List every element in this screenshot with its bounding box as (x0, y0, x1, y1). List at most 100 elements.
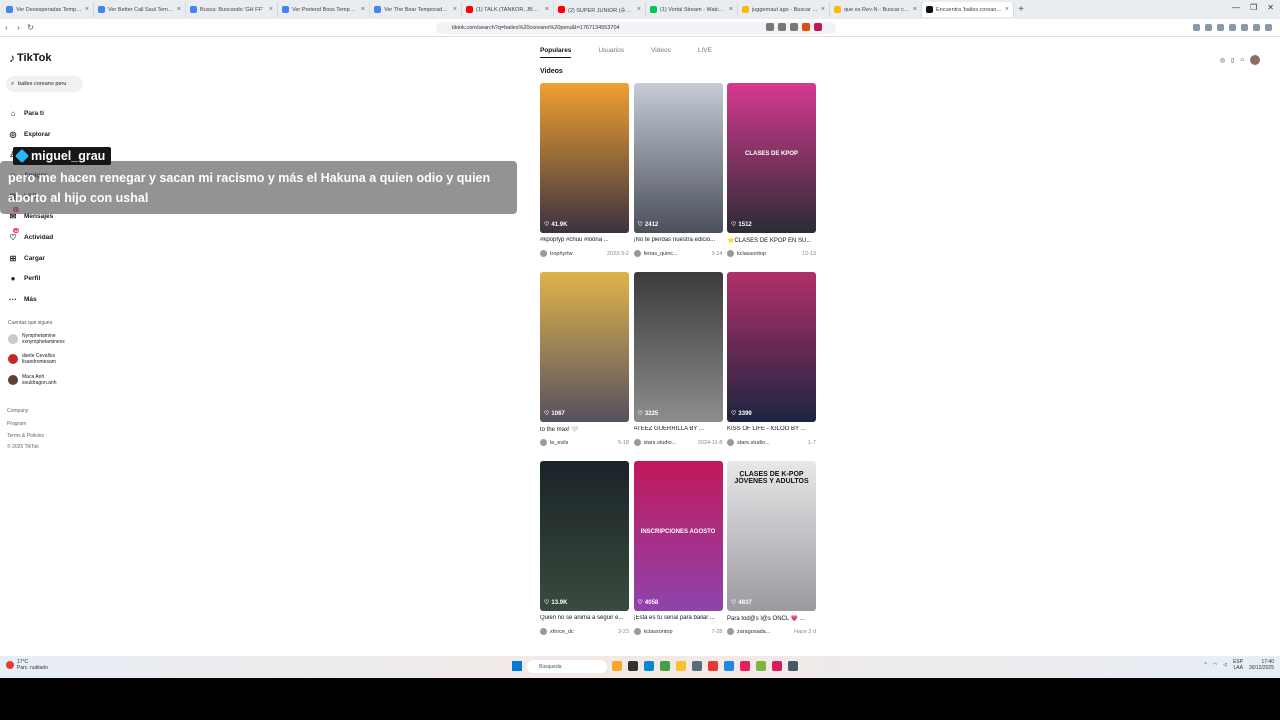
sidebar-item-cargar[interactable]: ⊞ Cargar (8, 248, 55, 269)
taskbar-app-icon[interactable] (692, 661, 702, 671)
creator-name[interactable]: ferias_quinc... (644, 251, 709, 257)
creator-name[interactable]: stars.studio... (644, 440, 695, 446)
video-thumbnail[interactable]: ♡ 41.9K (540, 83, 629, 233)
taskbar-app-icon[interactable] (644, 661, 654, 671)
tab-close-icon[interactable]: × (453, 6, 457, 13)
volume-icon[interactable]: ◁ (1223, 662, 1227, 668)
tiktok-logo[interactable]: ♪ TikTok (9, 51, 51, 65)
taskbar-app-icon[interactable] (788, 661, 798, 671)
close-window-button[interactable]: ✕ (1267, 3, 1274, 12)
sidebar-item-m-s[interactable]: ··· Más (8, 289, 55, 310)
wifi-icon[interactable]: ◠ (1213, 662, 1217, 668)
video-thumbnail[interactable]: ♡ 3225 (633, 272, 723, 422)
back-icon[interactable]: ‹ (1, 23, 12, 32)
video-thumbnail[interactable]: CLASES DE KPOP ♡ 1512 (727, 83, 816, 233)
search-input[interactable]: ⌕ bailes coreano peru (6, 76, 83, 92)
video-card[interactable]: CLASES DE KPOP ♡ 1512 ⭐CLASES DE KPOP EN SU… (727, 83, 816, 257)
language-indicator[interactable]: ESP LAA (1233, 659, 1243, 671)
creator-name[interactable]: stars.studio... (737, 440, 805, 446)
video-description[interactable]: ¡No te pierdas nuestra edició... (634, 237, 723, 245)
start-button[interactable] (512, 661, 522, 671)
tab-close-icon[interactable]: × (913, 6, 917, 13)
tab-live[interactable]: LIVE (698, 47, 712, 58)
menu-icon[interactable] (1265, 24, 1272, 31)
tab-close-icon[interactable]: × (637, 6, 641, 13)
brave-icon[interactable] (802, 23, 810, 31)
tab-close-icon[interactable]: × (269, 6, 273, 13)
browser-tab[interactable]: (1) Vortal Stream - Watch Live on...× (646, 2, 738, 17)
tab-close-icon[interactable]: × (729, 6, 733, 13)
footer-link[interactable]: Program (7, 421, 26, 427)
taskbar-app-icon[interactable] (772, 661, 782, 671)
following-account[interactable]: Nymphetamine xxnymphetaminexx (8, 333, 65, 345)
creator-name[interactable]: kclassontop (644, 629, 709, 635)
video-thumbnail[interactable]: INSCRIPCIONES AGOSTO ♡ 4058 (633, 461, 723, 611)
creator-name[interactable]: le_evils (550, 440, 615, 446)
taskbar-app-icon[interactable] (708, 661, 718, 671)
browser-tab[interactable]: Ver The Bear Temporada 2 Episodio...× (370, 2, 462, 17)
creator-avatar[interactable] (540, 250, 547, 257)
user-avatar[interactable] (1250, 55, 1260, 65)
creator-avatar[interactable] (727, 250, 734, 257)
taskbar-search[interactable]: Búsqueda (527, 660, 607, 673)
video-description[interactable]: ATEEZ GUERRILLA BY ... (634, 426, 723, 434)
video-card[interactable]: ♡ 3399 KISS OF LIFE - IGLOO BY ... stars.st… (727, 272, 816, 446)
browser-tab[interactable]: Ver Pretend Boss Temporada 2 Episo...× (278, 2, 370, 17)
creator-name[interactable]: trophyrtw (550, 251, 604, 257)
tab-usuarios[interactable]: Usuarios (598, 47, 624, 58)
device-icon[interactable]: ▯ (1231, 57, 1234, 64)
minimize-button[interactable]: — (1232, 3, 1240, 12)
video-description[interactable]: #kpopfyp #chuu #loona ... (540, 237, 629, 245)
creator-avatar[interactable] (727, 628, 734, 635)
share-icon[interactable] (778, 23, 786, 31)
browser-tab[interactable]: Ver Desesperadas Temporada 3 Ep...× (2, 2, 94, 17)
creator-name[interactable]: xforce_dc (550, 629, 615, 635)
taskbar-app-icon[interactable] (724, 661, 734, 671)
sidebar-item-para-ti[interactable]: ⌂ Para ti (8, 103, 55, 124)
tab-videos[interactable]: Videos (651, 47, 671, 58)
taskbar-app-icon[interactable] (660, 661, 670, 671)
tab-close-icon[interactable]: × (361, 6, 365, 13)
following-account[interactable]: dante Cevallos lisandromesam (8, 353, 56, 365)
browser-tab[interactable]: juggernaut ago - Buscar con Google× (738, 2, 830, 17)
browser-tab[interactable]: (2) SUPER JUNIOR (슈퍼주니어)...× (554, 2, 646, 17)
video-description[interactable]: ⭐CLASES DE KPOP EN SU... (727, 237, 816, 245)
extension-icon[interactable] (1193, 24, 1200, 31)
video-card[interactable]: INSCRIPCIONES AGOSTO ♡ 4058 ¡Esta es tu señ… (633, 461, 723, 635)
taskbar-app-icon[interactable] (628, 661, 638, 671)
maximize-button[interactable]: ❐ (1250, 3, 1257, 12)
taskbar-app-icon[interactable] (740, 661, 750, 671)
browser-tab[interactable]: (1) TALK (TANKOR, JBMG) - YouTube× (462, 2, 554, 17)
bookmark-icon[interactable] (790, 23, 798, 31)
video-thumbnail[interactable]: ♡ 2412 (633, 83, 723, 233)
translate-icon[interactable] (766, 23, 774, 31)
extension-icon[interactable] (1253, 24, 1260, 31)
creator-avatar[interactable] (633, 439, 641, 446)
creator-name[interactable]: kclassontop (737, 251, 799, 257)
following-account[interactable]: Maca Anh souldragon.anh (8, 374, 56, 386)
creator-avatar[interactable] (633, 250, 641, 257)
video-description[interactable]: KISS OF LIFE - IGLOO BY ... (727, 426, 816, 434)
taskbar-app-icon[interactable] (756, 661, 766, 671)
tab-close-icon[interactable]: × (545, 6, 549, 13)
creator-avatar[interactable] (540, 628, 547, 635)
clock[interactable]: 17:40 30/12/2025 (1249, 659, 1274, 671)
notification-icon[interactable]: ⌂ (1240, 57, 1244, 63)
extension-icon[interactable] (1229, 24, 1236, 31)
video-card[interactable]: ♡ 13.9K Quien no se anima a seguir e... xfo… (540, 461, 629, 635)
creator-avatar[interactable] (727, 439, 734, 446)
sidebar-item-actividad[interactable]: ♡ Actividad 12 (8, 227, 55, 248)
extension-icon[interactable] (1205, 24, 1212, 31)
tray-arrow-icon[interactable]: ^ (1204, 662, 1206, 668)
video-description[interactable]: Quien no se anima a seguir e... (540, 615, 629, 623)
extension-icon[interactable] (1241, 24, 1248, 31)
footer-link[interactable]: Company (7, 408, 28, 414)
creator-avatar[interactable] (633, 628, 641, 635)
video-card[interactable]: ♡ 3225 ATEEZ GUERRILLA BY ... stars.studio.… (633, 272, 723, 446)
extension-icon[interactable] (1217, 24, 1224, 31)
video-card[interactable]: ♡ 1067 to the max! 🤍 le_evils 5-18 (540, 272, 629, 446)
browser-tab[interactable]: Ver Better Call Saul Temporada 3 Ep...× (94, 2, 186, 17)
video-description[interactable]: Para tod@s l@s ONCL 💗 ... (727, 615, 816, 623)
tab-populares[interactable]: Populares (540, 47, 572, 58)
video-thumbnail[interactable]: ♡ 1067 (540, 272, 629, 422)
